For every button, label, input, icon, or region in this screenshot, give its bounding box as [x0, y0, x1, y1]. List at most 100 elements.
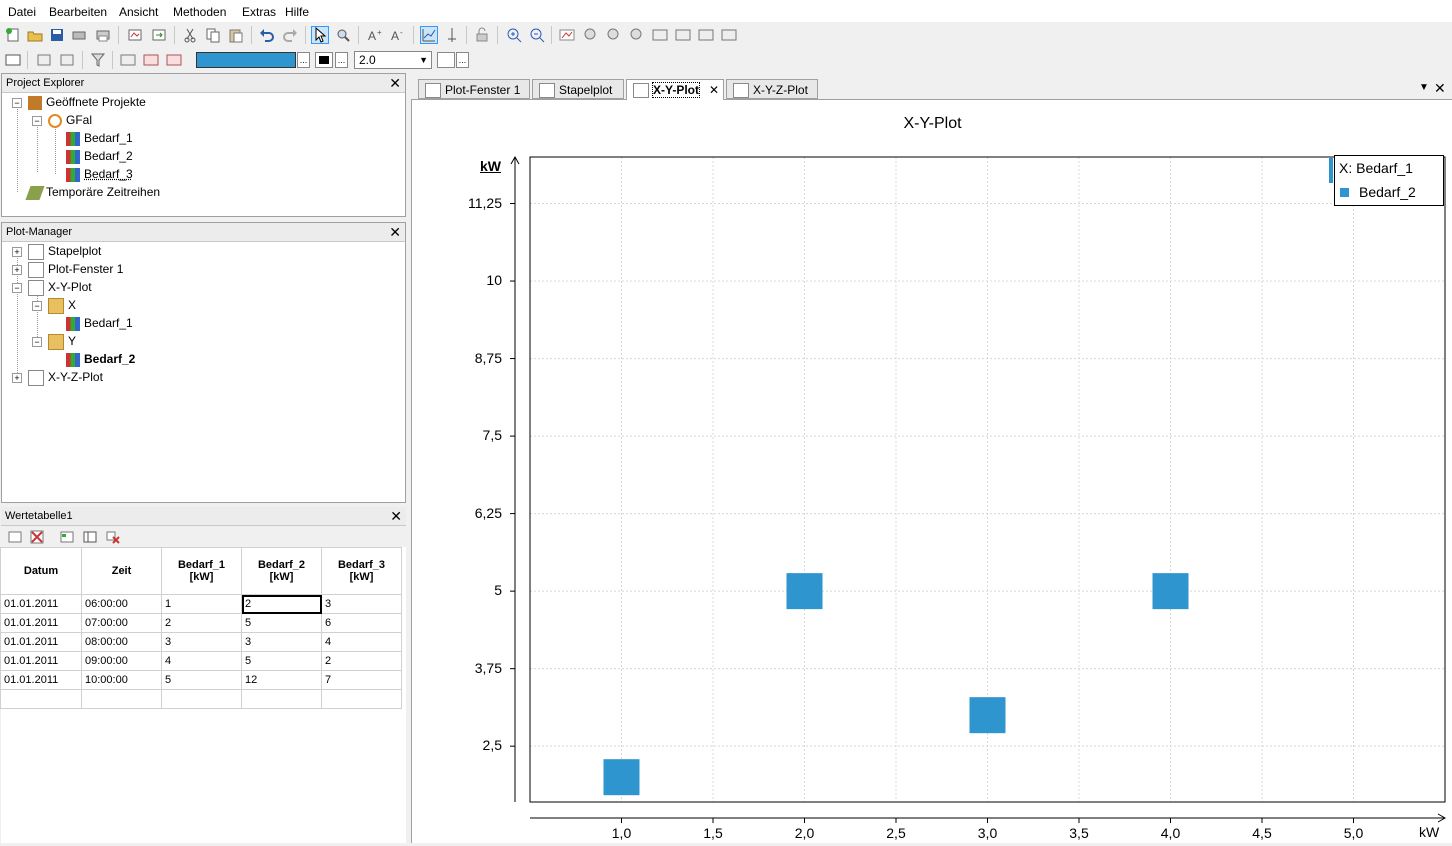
undo-icon[interactable] [258, 26, 276, 44]
insert-row-icon[interactable] [6, 528, 24, 546]
tree-item-geoeffnete-projekte[interactable]: Geöffnete Projekte [28, 94, 146, 110]
open-icon[interactable] [26, 26, 44, 44]
zoom-y-icon[interactable] [605, 26, 623, 44]
table-cell[interactable]: 10:00:00 [82, 671, 162, 690]
close-tab-icon[interactable]: ✕ [709, 80, 719, 100]
collapse-icon[interactable]: − [12, 283, 22, 293]
table-cell[interactable]: 01.01.2011 [1, 671, 82, 690]
tab-plot-fenster-1[interactable]: Plot-Fenster 1 [418, 79, 530, 99]
column-header-zeit[interactable]: Zeit [82, 548, 162, 595]
tree-item-bedarf-3[interactable]: Bedarf_3 [66, 166, 133, 182]
save-icon[interactable] [48, 26, 66, 44]
table-cell[interactable] [242, 690, 322, 709]
close-icon[interactable]: ✕ [389, 74, 401, 92]
tree-item-temporaere-zeitreihen[interactable]: Temporäre Zeitreihen [28, 184, 160, 200]
tree-item-x-y-plot[interactable]: X-Y-Plot [28, 279, 92, 295]
grid-1-icon[interactable] [119, 51, 137, 69]
table-cell[interactable]: 7 [322, 671, 402, 690]
table-cell[interactable]: 3 [242, 633, 322, 652]
table-cell[interactable]: 5 [162, 671, 242, 690]
tab-list-dropdown-icon[interactable]: ▼ [1419, 82, 1429, 93]
tab-x-y-plot[interactable]: X-Y-Plot ✕ [626, 79, 724, 100]
expand-icon[interactable]: + [12, 247, 22, 257]
view-2-icon[interactable] [674, 26, 692, 44]
table-cell[interactable]: 2 [162, 614, 242, 633]
marker-style-button[interactable] [437, 52, 455, 68]
table-cell[interactable]: 2 [322, 652, 402, 671]
collapse-icon[interactable]: − [32, 301, 42, 311]
collapse-icon[interactable]: − [12, 98, 22, 108]
table-cell[interactable]: 5 [242, 652, 322, 671]
print-icon[interactable] [94, 26, 112, 44]
close-icon[interactable]: ✕ [390, 507, 402, 525]
series-color-swatch[interactable] [196, 52, 296, 68]
marker-style-more-button[interactable]: ... [456, 52, 469, 68]
zoom-reset-icon[interactable] [628, 26, 646, 44]
table-cell[interactable]: 3 [322, 595, 402, 614]
remove-series-icon[interactable] [104, 528, 122, 546]
expand-icon[interactable]: + [12, 373, 22, 383]
column-header-datum[interactable]: Datum [1, 548, 82, 595]
table-cell[interactable]: 01.01.2011 [1, 595, 82, 614]
series-color-more-button[interactable]: ... [297, 52, 310, 68]
import-icon[interactable] [126, 26, 144, 44]
tree-item-x-bedarf-1[interactable]: Bedarf_1 [66, 315, 133, 331]
frame-icon[interactable] [4, 51, 22, 69]
grid-3-icon[interactable] [165, 51, 183, 69]
table-cell[interactable] [1, 690, 82, 709]
pointer-icon[interactable] [311, 26, 329, 44]
tree-item-y-folder[interactable]: Y [48, 333, 76, 349]
menu-methoden[interactable]: Methoden [173, 5, 226, 19]
close-icon[interactable]: ✕ [389, 223, 401, 241]
tree-item-y-bedarf-2[interactable]: Bedarf_2 [66, 351, 135, 367]
zoom-select-icon[interactable] [334, 26, 352, 44]
column-header-bedarf-1[interactable]: Bedarf_1 [kW] [162, 548, 242, 595]
column-icon[interactable] [81, 528, 99, 546]
table-cell[interactable]: 3 [162, 633, 242, 652]
zoom-x-icon[interactable] [582, 26, 600, 44]
font-increase-icon[interactable]: A + [366, 26, 384, 44]
redo-icon[interactable] [281, 26, 299, 44]
font-decrease-icon[interactable]: A- [389, 26, 407, 44]
export-icon[interactable] [150, 26, 168, 44]
chart-area[interactable]: X-Y-Plot kW kW 2,5 3,75 5 6,25 7,5 8,75 10 11,2… [411, 100, 1452, 843]
copy-icon[interactable] [204, 26, 222, 44]
menu-extras[interactable]: Extras [242, 5, 276, 19]
table-cell[interactable]: 07:00:00 [82, 614, 162, 633]
menu-hilfe[interactable]: Hilfe [285, 5, 309, 19]
view-3-icon[interactable] [697, 26, 715, 44]
add-series-icon[interactable] [58, 528, 76, 546]
plot-mode-icon[interactable] [420, 26, 438, 44]
table-cell[interactable]: 1 [162, 595, 242, 614]
print-preview-icon[interactable] [70, 26, 88, 44]
table-cell[interactable] [162, 690, 242, 709]
view-1-icon[interactable] [651, 26, 669, 44]
cut-icon[interactable] [181, 26, 199, 44]
new-icon[interactable] [4, 26, 22, 44]
menu-ansicht[interactable]: Ansicht [119, 5, 158, 19]
collapse-icon[interactable]: − [32, 337, 42, 347]
menu-bearbeiten[interactable]: Bearbeiten [49, 5, 107, 19]
tree-item-x-folder[interactable]: X [48, 297, 76, 313]
collapse-icon[interactable]: − [32, 116, 42, 126]
tree-item-bedarf-2[interactable]: Bedarf_2 [66, 148, 133, 164]
paste-icon[interactable] [227, 26, 245, 44]
table-cell[interactable]: 06:00:00 [82, 595, 162, 614]
delete-table-icon[interactable] [28, 528, 46, 546]
tab-stapelplot[interactable]: Stapelplot [532, 79, 624, 99]
table-cell[interactable]: 5 [242, 614, 322, 633]
close-document-icon[interactable]: ✕ [1434, 80, 1446, 97]
tree-item-plot-fenster-1[interactable]: Plot-Fenster 1 [28, 261, 123, 277]
tree-item-bedarf-1[interactable]: Bedarf_1 [66, 130, 133, 146]
table-cell[interactable]: 01.01.2011 [1, 652, 82, 671]
lock-icon[interactable] [473, 26, 491, 44]
tree-item-gfal[interactable]: GFal [48, 112, 92, 128]
tab-x-y-z-plot[interactable]: X-Y-Z-Plot [726, 79, 818, 99]
chart-style-2-icon[interactable] [58, 51, 76, 69]
zoom-in-icon[interactable] [505, 26, 523, 44]
zoom-out-icon[interactable] [528, 26, 546, 44]
filter-icon[interactable] [89, 51, 107, 69]
table-cell[interactable] [82, 690, 162, 709]
line-width-select[interactable]: 2.0 ▼ [354, 51, 432, 69]
table-cell[interactable]: 09:00:00 [82, 652, 162, 671]
